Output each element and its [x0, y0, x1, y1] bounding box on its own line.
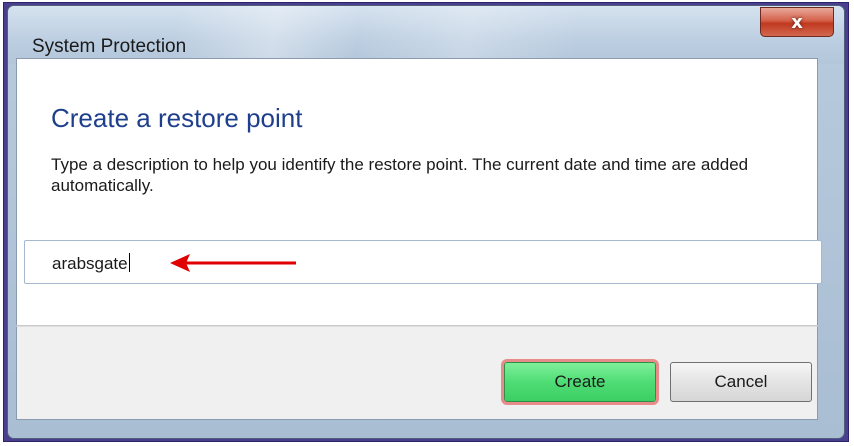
dialog-heading: Create a restore point [51, 103, 303, 133]
red-arrow-icon [170, 254, 296, 272]
title-bar[interactable]: System Protection [8, 6, 844, 64]
close-button[interactable]: x [760, 7, 834, 37]
close-icon: x [791, 11, 803, 33]
input-text: arabsgate [52, 254, 128, 273]
input-value: arabsgate [52, 253, 130, 274]
dialog-content: Create a restore point Type a descriptio… [16, 58, 818, 326]
dialog-description: Type a description to help you identify … [51, 155, 749, 195]
create-button[interactable]: Create [501, 359, 659, 405]
window-title: System Protection [32, 36, 187, 57]
cancel-button[interactable]: Cancel [670, 362, 812, 402]
restore-point-description-input[interactable]: arabsgate [24, 240, 822, 284]
text-caret [128, 253, 130, 272]
